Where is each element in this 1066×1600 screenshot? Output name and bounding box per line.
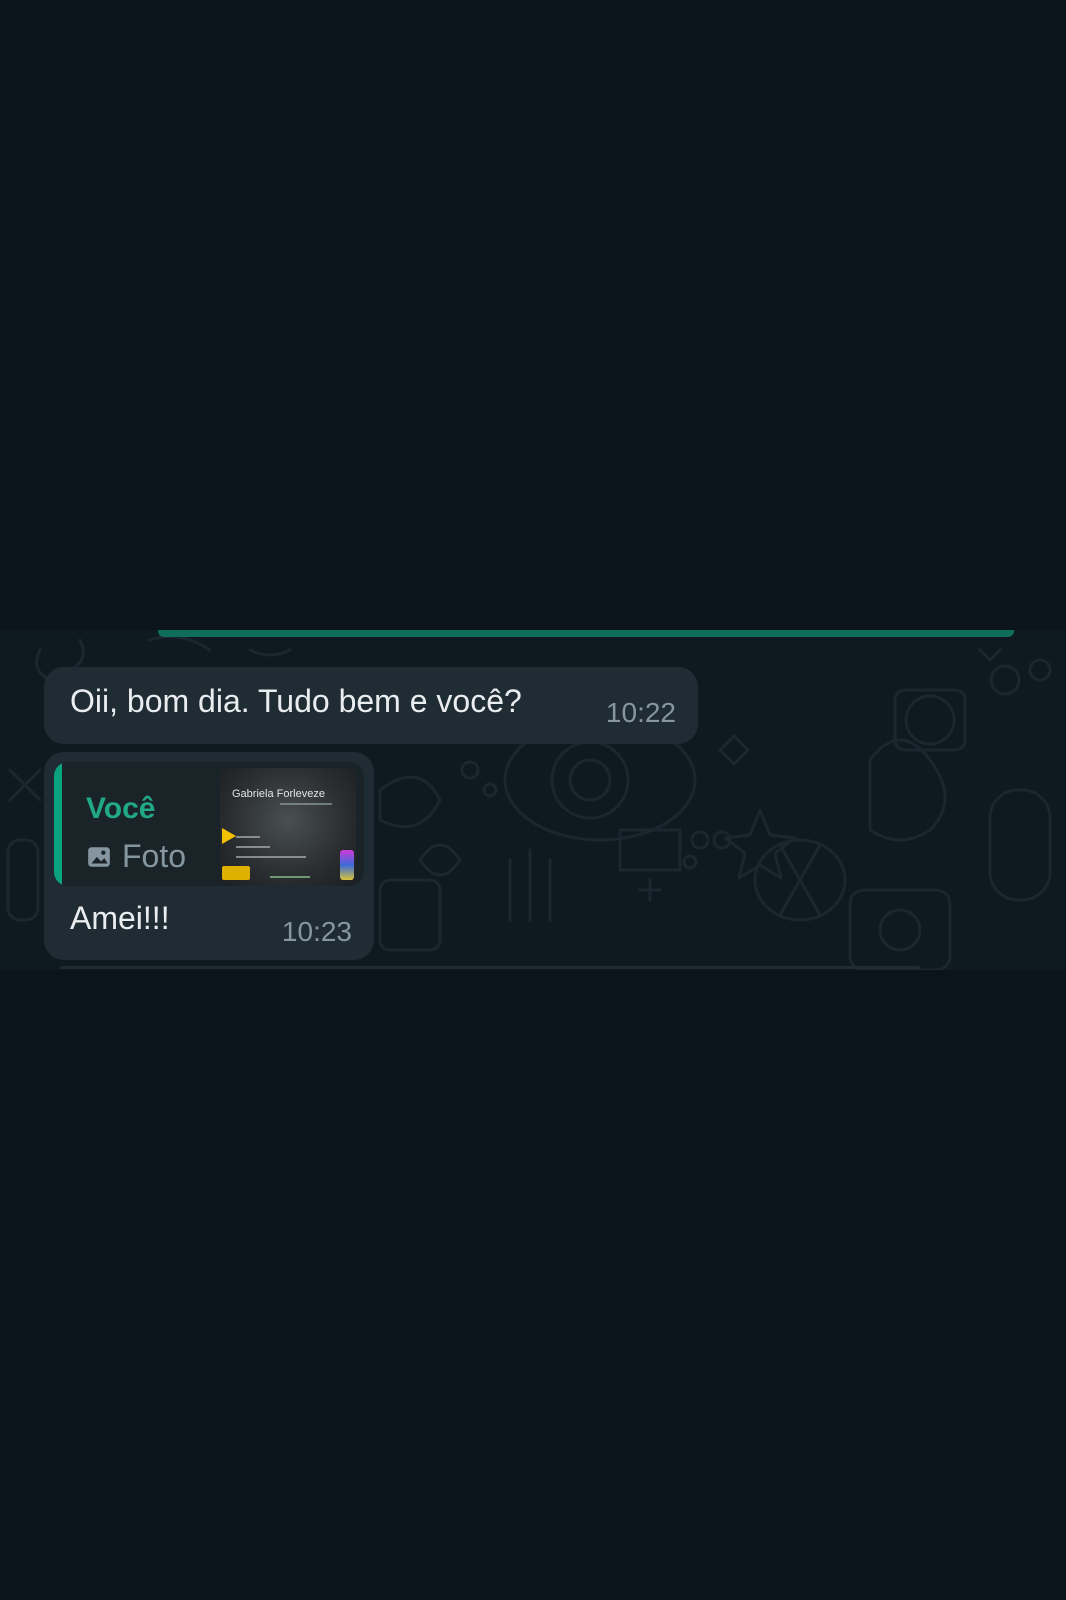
message-timestamp: 10:23	[281, 916, 352, 947]
thumbnail-title: Gabriela Forleveze	[232, 788, 325, 800]
divider-line	[60, 966, 920, 969]
quoted-author: Você	[86, 792, 156, 825]
message-bubble[interactable]: Oii, bom dia. Tudo bem e você? 10:22	[44, 667, 698, 744]
thumbnail-text-line	[236, 836, 260, 838]
chat-screen: Oii, bom dia. Tudo bem e você? 10:22 Voc…	[0, 0, 1066, 1600]
thumbnail-subtitle-line	[280, 803, 332, 805]
thumbnail-footer-line	[270, 876, 310, 878]
quoted-type-label: Foto	[122, 838, 187, 874]
quoted-type: Foto	[86, 838, 186, 875]
thumbnail-color-stripe	[340, 850, 354, 880]
date-divider-bar	[158, 630, 1014, 637]
message-timestamp: 10:22	[605, 697, 676, 728]
message-text: Oii, bom dia. Tudo bem e você?	[70, 683, 522, 719]
message-bubble-with-reply[interactable]: Você Foto Gabriela Forleveze Amei!!! 10:…	[44, 752, 374, 960]
thumbnail-arrow-shape	[222, 828, 236, 844]
quote-accent-bar	[54, 762, 62, 886]
thumbnail-decoration	[222, 866, 250, 880]
photo-icon	[88, 846, 110, 867]
thumbnail-text-line	[236, 846, 270, 848]
thumbnail-text-line	[236, 856, 306, 858]
message-text: Amei!!!	[70, 900, 170, 936]
quoted-message[interactable]: Você Foto Gabriela Forleveze	[54, 762, 364, 886]
quoted-photo-thumbnail[interactable]: Gabriela Forleveze	[220, 768, 356, 886]
